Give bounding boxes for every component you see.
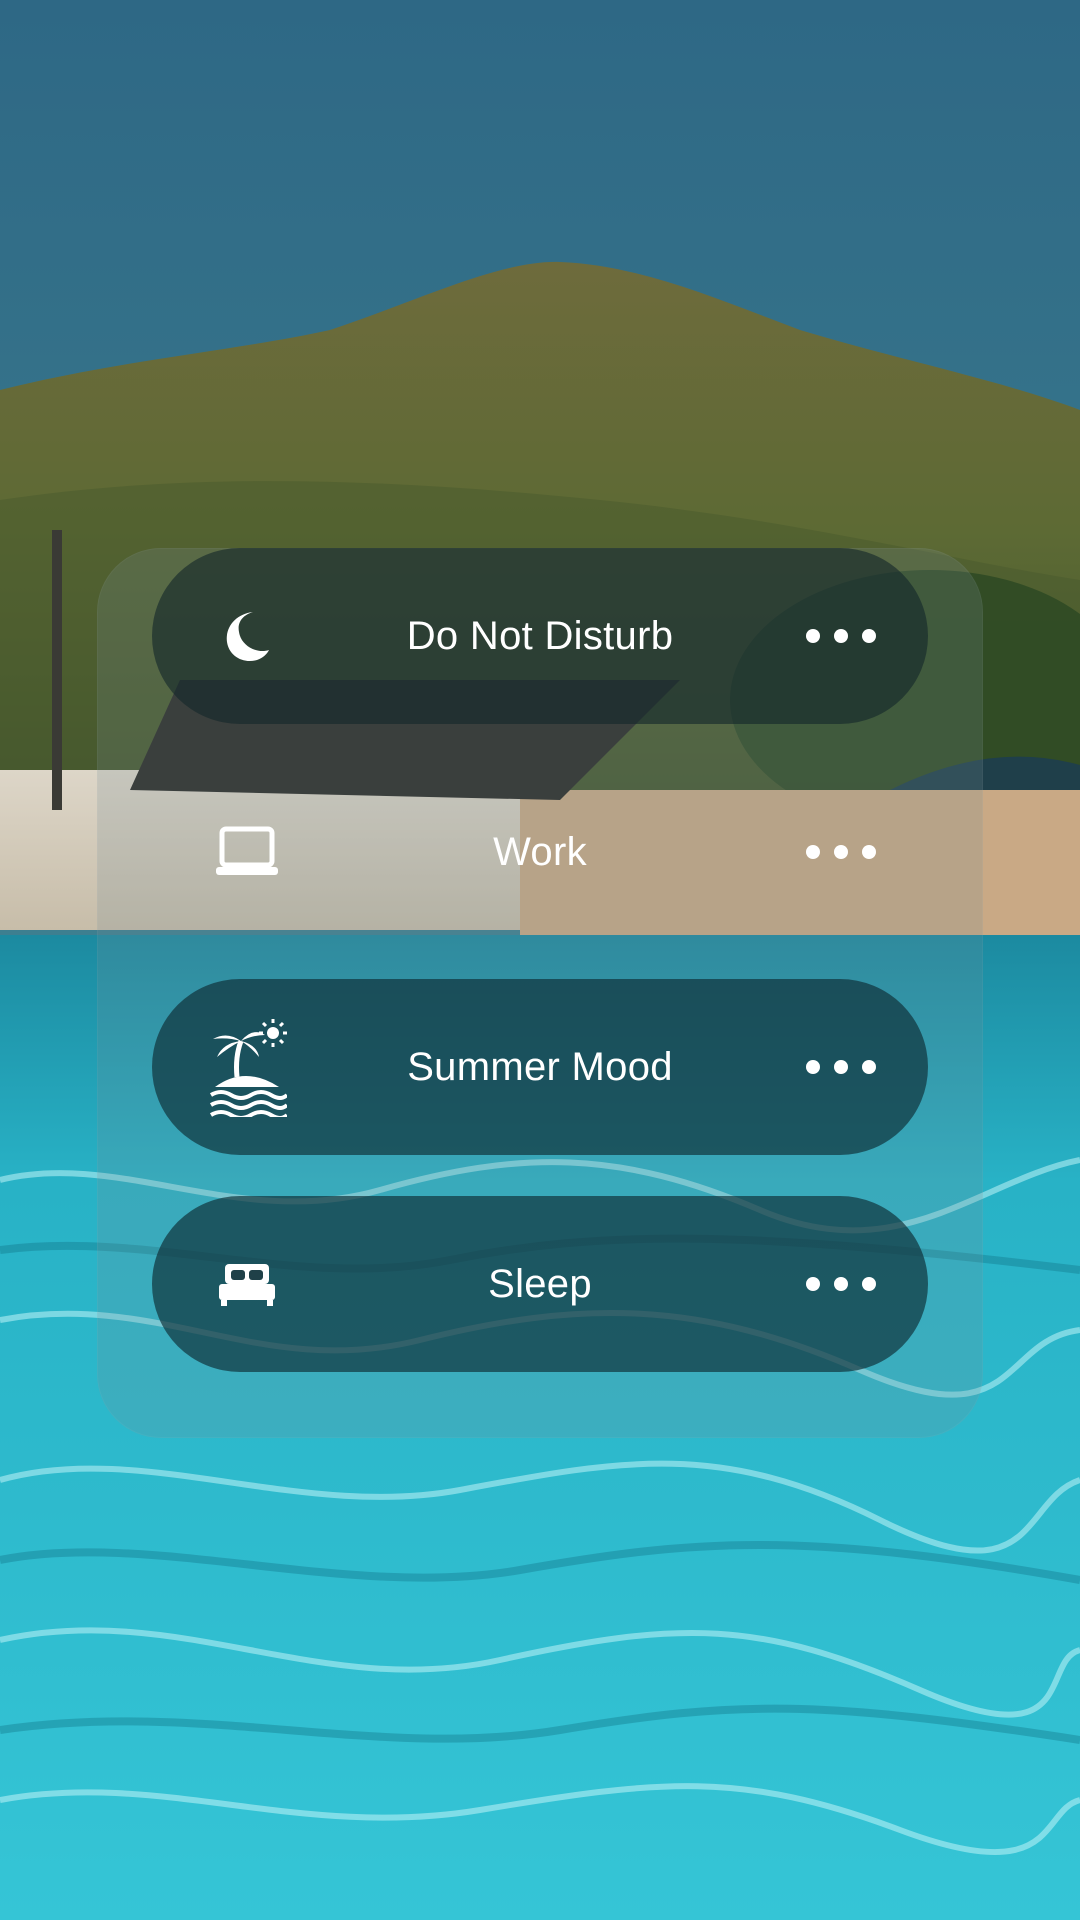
dot: [834, 629, 848, 643]
more-options-button[interactable]: [806, 1264, 876, 1304]
dot: [834, 1277, 848, 1291]
dot: [862, 1277, 876, 1291]
dot: [806, 629, 820, 643]
dot: [834, 1060, 848, 1074]
dot: [862, 1060, 876, 1074]
dot: [806, 845, 820, 859]
moon-icon: [207, 596, 287, 676]
dot: [806, 1060, 820, 1074]
more-options-button[interactable]: [806, 832, 876, 872]
dot: [806, 1277, 820, 1291]
focus-item-work[interactable]: Work: [152, 764, 928, 940]
dot: [834, 845, 848, 859]
focus-screen: Do Not Disturb Work Summer Mood Sleep: [0, 0, 1080, 1920]
focus-item-summer-mood[interactable]: Summer Mood: [152, 979, 928, 1155]
more-options-button[interactable]: [806, 1047, 876, 1087]
island-icon: [207, 1019, 287, 1117]
laptop-icon: [207, 812, 287, 892]
bed-icon: [207, 1244, 287, 1324]
more-options-button[interactable]: [806, 616, 876, 656]
dot: [862, 629, 876, 643]
focus-item-sleep[interactable]: Sleep: [152, 1196, 928, 1372]
focus-item-do-not-disturb[interactable]: Do Not Disturb: [152, 548, 928, 724]
dot: [862, 845, 876, 859]
